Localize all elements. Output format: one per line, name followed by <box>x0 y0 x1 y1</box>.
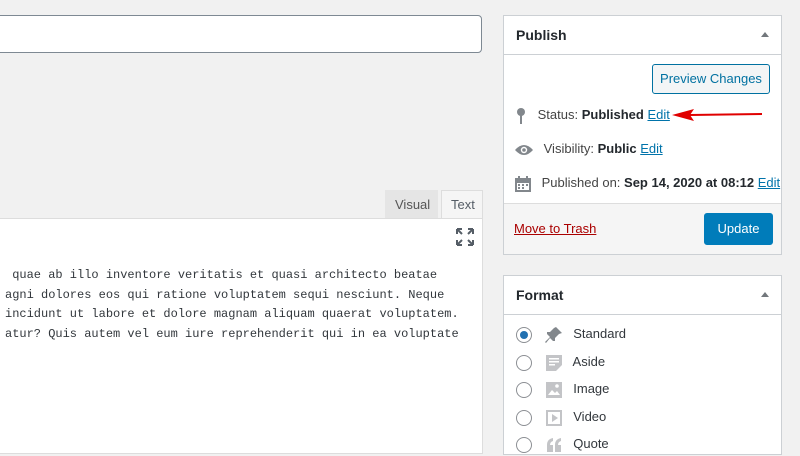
status-row: Status: Published Edit <box>514 104 670 126</box>
format-option-standard[interactable]: Standard <box>516 322 626 346</box>
preview-changes-button[interactable]: Preview Changes <box>652 64 770 94</box>
format-option-quote[interactable]: Quote <box>516 432 609 456</box>
tab-visual[interactable]: Visual <box>385 190 438 218</box>
editor-line: quae ab illo inventore veritatis et quas… <box>5 268 438 282</box>
eye-icon <box>515 144 533 155</box>
format-box-header[interactable]: Format <box>504 276 781 315</box>
published-on-row: Published on: Sep 14, 2020 at 08:12 Edit <box>514 172 780 194</box>
update-button[interactable]: Update <box>704 213 773 245</box>
editor-line: incidunt ut labore et dolore magnam aliq… <box>5 307 459 321</box>
format-label: Image <box>573 381 610 396</box>
radio-quote[interactable] <box>516 436 532 453</box>
publish-actions: Move to Trash Update <box>504 203 781 254</box>
visibility-label: Visibility: <box>543 141 594 156</box>
format-option-aside[interactable]: Aside <box>516 350 605 374</box>
radio-video[interactable] <box>516 409 532 426</box>
editor-line: agni dolores eos qui ratione voluptatem … <box>5 287 445 302</box>
collapse-toggle-icon[interactable] <box>761 292 769 297</box>
editor-toolbar <box>0 218 483 255</box>
radio-aside[interactable] <box>516 354 532 371</box>
radio-image[interactable] <box>516 381 532 398</box>
format-label: Aside <box>572 354 606 369</box>
format-box-title: Format <box>516 287 564 303</box>
editor-line: atur? Quis autem vel eum iure reprehende… <box>5 326 459 341</box>
editor-text-area[interactable]: quae ab illo inventore veritatis et quas… <box>0 254 483 454</box>
aside-icon <box>545 354 562 371</box>
fullscreen-icon[interactable] <box>456 228 474 246</box>
publish-box-header[interactable]: Publish <box>504 16 781 55</box>
publish-box: Publish Preview Changes Status: Publishe… <box>503 15 782 255</box>
format-option-image[interactable]: Image <box>516 377 609 401</box>
status-value: Published <box>581 107 644 122</box>
status-label: Status: <box>537 107 579 122</box>
published-on-label: Published on: <box>541 175 621 190</box>
format-label: Standard <box>573 326 627 341</box>
format-box: Format Standard Aside Image Video Quote <box>503 275 782 455</box>
format-label: Video <box>573 409 607 424</box>
calendar-icon <box>515 175 531 192</box>
quote-icon <box>546 437 561 452</box>
pushpin-icon <box>544 326 562 343</box>
published-on-edit-link[interactable]: Edit <box>758 175 780 190</box>
visibility-value: Public <box>597 141 637 156</box>
annotation-arrow-icon <box>672 109 763 121</box>
image-icon <box>545 381 562 398</box>
visibility-row: Visibility: Public Edit <box>514 138 663 160</box>
video-icon <box>545 409 562 426</box>
visibility-edit-link[interactable]: Edit <box>640 141 662 156</box>
pin-icon <box>517 107 525 124</box>
tab-text[interactable]: Text <box>441 190 483 218</box>
format-option-video[interactable]: Video <box>516 405 606 429</box>
editor-content: quae ab illo inventore veritatis et quas… <box>0 266 459 344</box>
status-edit-link[interactable]: Edit <box>647 107 669 122</box>
radio-standard[interactable] <box>516 326 532 343</box>
move-to-trash-link[interactable]: Move to Trash <box>514 221 596 236</box>
post-title-input[interactable] <box>0 15 482 53</box>
publish-box-title: Publish <box>516 27 567 43</box>
collapse-toggle-icon[interactable] <box>761 32 769 37</box>
published-on-value: Sep 14, 2020 at 08:12 <box>624 175 755 190</box>
